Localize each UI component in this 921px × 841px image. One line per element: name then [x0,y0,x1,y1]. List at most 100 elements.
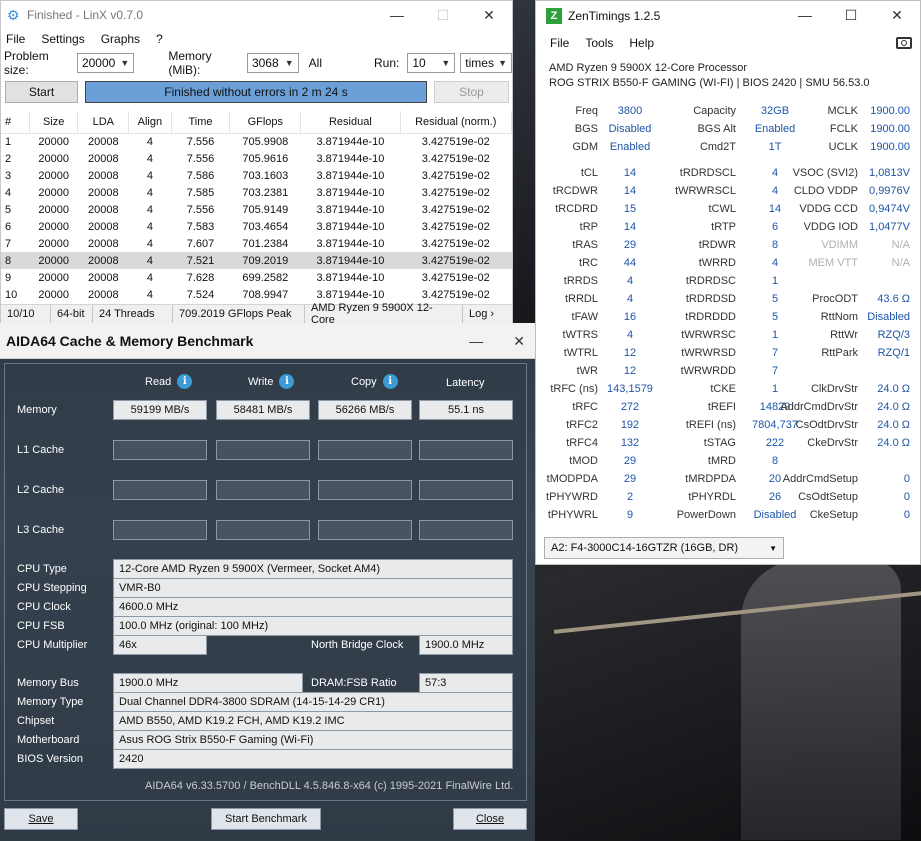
chevron-down-icon: ▼ [120,58,130,68]
save-button[interactable]: Save [4,808,78,830]
info-icon[interactable]: i [382,374,398,389]
table-row[interactable]: 8 20000 20008 4 7.521 709.2019 3.871944e-10 3.4… [1,252,512,269]
stop-button[interactable]: Stop [434,81,509,103]
table-cell: 7.583 [186,220,215,233]
timing-label: GDM [572,141,598,153]
close-icon[interactable]: ✕ [466,1,512,29]
run-unit-select[interactable]: times ▼ [460,53,512,73]
timing-label: tRFC (ns) [550,383,598,395]
col-residual[interactable]: Residual [300,111,401,134]
table-cell: 7.607 [186,237,215,250]
close-icon[interactable]: ✕ [513,333,525,350]
timing-label: MCLK [827,105,858,117]
bench-value [113,440,207,460]
timing-label: CkeDrvStr [807,437,858,449]
table-row[interactable]: 9 20000 20008 4 7.628 699.2582 3.871944e-10 3.4… [1,269,512,286]
linx-window: ⚙ Finished - LinX v0.7.0 — ☐ ✕ File Sett… [0,0,513,326]
timing-value: 12 [623,365,637,377]
menu-file[interactable]: File [550,36,569,50]
timing-label: CsOdtSetup [798,491,858,503]
problem-size-select[interactable]: 20000 ▼ [76,53,135,73]
table-row[interactable]: 6 20000 20008 4 7.583 703.4654 3.871944e-10 3.4… [1,218,512,235]
timing-label: VSOC (SVI2) [792,167,858,179]
table-cell: 8 [1,252,30,269]
menu-file[interactable]: File [6,32,25,46]
threads: 24 Threads [93,305,173,323]
timing-label: tCKE [710,383,736,395]
chipset-label: Chipset [17,715,55,727]
timing-label: tRRDL [564,293,598,305]
table-cell: 20008 [87,186,119,199]
menu-help[interactable]: ? [156,32,163,46]
col-index[interactable]: # [1,111,30,134]
minimize-icon[interactable]: — [782,1,828,29]
col-residual-norm[interactable]: Residual (norm.) [400,111,513,134]
table-row[interactable]: 10 20000 20008 4 7.524 708.9947 3.871944e-10 3.… [1,286,512,303]
col-align[interactable]: Align [128,111,172,134]
camera-icon[interactable] [896,37,912,49]
table-cell: 705.9908 [242,135,289,148]
timing-label: RttWr [830,329,858,341]
timing-label: RttNom [820,311,858,323]
table-row[interactable]: 1 20000 20008 4 7.556 705.9908 3.871944e-10 3.4… [1,133,512,150]
menu-help[interactable]: Help [629,36,654,50]
run-count-select[interactable]: 10 ▼ [407,53,456,73]
table-cell: 708.9947 [242,288,289,301]
menu-settings[interactable]: Settings [41,32,84,46]
table-row[interactable]: 4 20000 20008 4 7.585 703.2381 3.871944e-10 3.4… [1,184,512,201]
timing-label: tRDRDSC [685,275,736,287]
timing-value: 3800 [617,105,643,117]
col-size[interactable]: Size [29,111,79,134]
memory-label: Memory (MiB): [168,49,212,77]
table-cell: 4 [146,186,153,199]
table-cell: 20000 [38,271,69,284]
dimm-selected: A2: F4-3000C14-16GTZR (16GB, DR) [551,542,739,554]
timing-value: 29 [623,239,637,251]
bench-value [318,480,412,500]
table-row[interactable]: 2 20000 20008 4 7.556 705.9616 3.871944e-10 3.4… [1,150,512,167]
table-cell: 4 [146,220,153,233]
col-gflops[interactable]: GFlops [229,111,302,134]
maximize-icon[interactable]: ☐ [420,1,466,29]
zen-timings-grid: tCL 14 tRDRDSCL 4 VSOC (SVI2) 1,0813V tRCDWR 14… [536,167,921,529]
timing-label: tMODPDA [546,473,598,485]
maximize-icon[interactable]: ☐ [828,1,874,29]
info-icon[interactable]: i [177,374,193,389]
table-cell: 20008 [87,152,119,165]
memory-select[interactable]: 3068 ▼ [246,53,299,73]
timing-value: 192 [620,419,640,431]
log-button[interactable]: Log › [463,305,500,323]
timing-value: RZQ/3 [877,329,910,341]
aida-window-controls: — ✕ [469,323,525,359]
timing-label: tRC [579,257,598,269]
close-button[interactable]: Close [453,808,527,830]
table-row[interactable]: 5 20000 20008 4 7.556 705.9149 3.871944e-10 3.4… [1,201,512,218]
timing-label: AddrCmdSetup [782,473,858,485]
nb-clock-value: 1900.0 MHz [419,635,513,655]
start-button[interactable]: Start [5,81,78,103]
memory-all-checkbox[interactable]: All [309,56,322,70]
minimize-icon[interactable]: — [469,333,483,349]
col-time[interactable]: Time [171,111,231,134]
bench-value [419,440,513,460]
timing-label: MEM VTT [808,257,859,269]
table-cell: 20008 [87,203,119,216]
timing-value: Disabled [867,311,910,323]
table-cell: 3.871944e-10 [316,186,385,199]
table-cell: 3.871944e-10 [300,252,401,269]
info-icon[interactable]: i [279,374,295,389]
timing-value: N/A [891,257,910,269]
table-cell: 7.556 [186,152,215,165]
timing-value: 16 [623,311,637,323]
timing-value: 0 [903,491,910,503]
table-row[interactable]: 7 20000 20008 4 7.607 701.2384 3.871944e-10 3.4… [1,235,512,252]
dimm-select[interactable]: A2: F4-3000C14-16GTZR (16GB, DR) ▼ [544,537,784,559]
table-row[interactable]: 3 20000 20008 4 7.586 703.1603 3.871944e-10 3.4… [1,167,512,184]
minimize-icon[interactable]: — [374,1,420,29]
menu-graphs[interactable]: Graphs [101,32,140,46]
table-cell: 3.427519e-02 [421,135,490,148]
menu-tools[interactable]: Tools [585,36,613,50]
start-benchmark-button[interactable]: Start Benchmark [211,808,321,830]
close-icon[interactable]: ✕ [874,1,920,29]
col-lda[interactable]: LDA [77,111,130,134]
